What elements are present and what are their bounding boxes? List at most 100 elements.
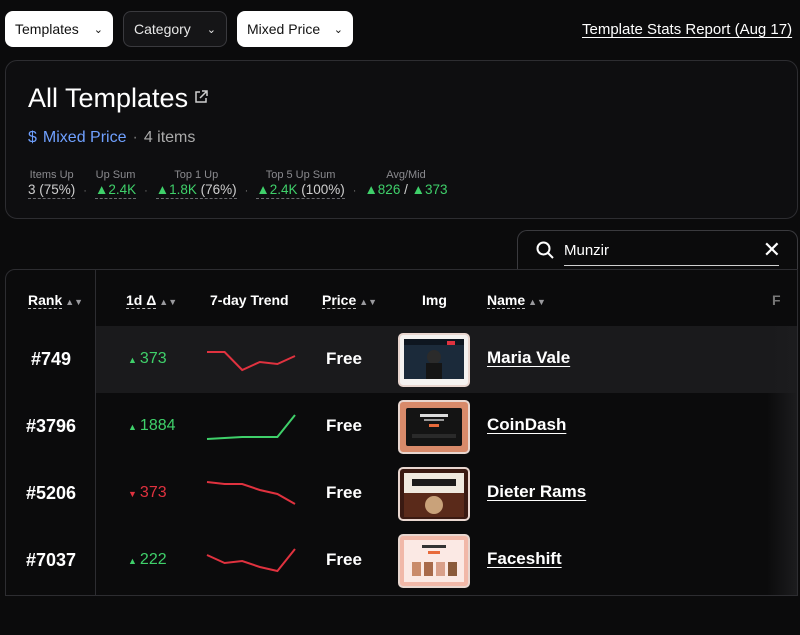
delta-cell: ▲ 1884 <box>128 417 176 435</box>
template-name-link[interactable]: Faceshift <box>487 549 562 569</box>
price-cell: Free <box>326 416 362 435</box>
trend-sparkline <box>206 548 296 573</box>
header-rank[interactable]: Rank ▲▼ <box>28 292 84 309</box>
category-dropdown-label: Category <box>134 21 191 37</box>
separator-dot: · <box>132 129 138 146</box>
stat-label: Items Up <box>29 169 74 181</box>
search-icon <box>536 241 554 259</box>
header-name[interactable]: Name ▲▼ <box>487 292 546 309</box>
rank-cell: #3796 <box>25 416 77 436</box>
template-name-link[interactable]: Dieter Rams <box>487 482 586 502</box>
header-rank-label: Rank <box>28 292 63 309</box>
search-underline <box>564 265 779 266</box>
trend-sparkline <box>207 351 296 372</box>
page-title: All Templates <box>28 83 208 114</box>
delta-cell: ▲ 222 <box>128 551 167 569</box>
template-name-link[interactable]: Maria Vale <box>487 348 570 368</box>
up-arrow-icon: ▲ <box>128 556 137 566</box>
stat-label: Top 1 Up <box>174 169 219 181</box>
price-dropdown[interactable]: Mixed Price ⌄ <box>237 11 353 47</box>
stat-up-sum: Up Sum ▲2.4K <box>94 169 137 199</box>
price-cell: Free <box>326 349 362 368</box>
delta-value: 222 <box>139 551 167 568</box>
stat-value-extra: (100%) <box>297 182 345 197</box>
delta-value: 1884 <box>139 417 176 434</box>
stats-row: Items Up 3 (75%) · Up Sum ▲2.4K · Top 1 … <box>28 169 447 199</box>
template-thumbnail[interactable] <box>398 333 470 387</box>
report-link[interactable]: Template Stats Report (Aug 17) <box>582 21 792 38</box>
trend-line <box>206 481 296 505</box>
table-row[interactable]: ▲ 373 Free Maria Vale <box>96 326 797 393</box>
search-input[interactable]: Munzir <box>564 242 609 259</box>
price-cell: Free <box>326 483 362 502</box>
stat-top-5-up-sum: Top 5 Up Sum ▲2.4K (100%) <box>256 169 345 199</box>
header-trend: 7-day Trend <box>210 292 289 308</box>
separator-dot: · <box>83 185 87 197</box>
down-arrow-icon: ▼ <box>128 489 137 499</box>
search-box: Munzir ✕ <box>517 230 798 270</box>
trend-line <box>206 414 296 440</box>
templates-dropdown-label: Templates <box>15 21 79 37</box>
stat-value-text: ▲2.4K <box>256 182 298 197</box>
stat-value-extra: (76%) <box>196 182 237 197</box>
header-next[interactable]: F <box>772 292 781 308</box>
template-thumbnail[interactable] <box>398 467 470 521</box>
rank-cell: #749 <box>30 349 72 369</box>
delta-cell: ▼ 373 <box>128 484 167 502</box>
item-count: 4 items <box>143 129 196 146</box>
up-arrow-icon: ▲ <box>128 422 137 432</box>
stat-value-text-2: ▲373 <box>411 182 448 197</box>
chevron-down-icon: ⌄ <box>206 23 216 36</box>
header-img-label: Img <box>422 292 447 308</box>
dollar-icon: $ <box>28 129 37 146</box>
header-delta[interactable]: 1d Δ ▲▼ <box>126 292 178 309</box>
price-dropdown-label: Mixed Price <box>247 21 321 37</box>
horizontal-scroll-fade <box>767 326 797 595</box>
table-row[interactable]: ▲ 1884 Free CoinDash <box>96 393 797 460</box>
external-link-icon[interactable] <box>194 89 208 108</box>
page-title-text: All Templates <box>28 83 189 113</box>
templates-dropdown[interactable]: Templates ⌄ <box>5 11 113 47</box>
stat-top-1-up: Top 1 Up ▲1.8K (76%) <box>155 169 237 199</box>
stat-value: ▲2.4K (100%) <box>256 182 345 199</box>
trend-sparkline <box>206 414 296 440</box>
chevron-down-icon: ⌄ <box>93 23 103 36</box>
trend-line <box>206 548 296 573</box>
stat-label: Avg/Mid <box>386 169 426 181</box>
template-thumbnail[interactable] <box>398 534 470 588</box>
table-row[interactable]: ▲ 222 Free Faceshift <box>96 527 797 594</box>
templates-table: Rank ▲▼ 1d Δ ▲▼ 7-day Trend Price ▲▼ Img Na… <box>5 269 798 596</box>
delta-cell: ▲ 373 <box>128 350 167 368</box>
sort-icon: ▲▼ <box>159 297 178 307</box>
stat-value-text: ▲826 <box>364 182 401 197</box>
category-dropdown[interactable]: Category ⌄ <box>123 11 227 47</box>
close-icon[interactable]: ✕ <box>763 237 781 263</box>
stat-label: Up Sum <box>95 169 136 181</box>
header-price[interactable]: Price ▲▼ <box>322 292 377 309</box>
stat-items-up: Items Up 3 (75%) <box>28 169 76 199</box>
header-name-label: Name <box>487 292 526 309</box>
template-thumbnail[interactable] <box>398 400 470 454</box>
stat-value-text: ▲2.4K <box>94 182 137 197</box>
sort-icon: ▲▼ <box>65 297 84 307</box>
delta-value: 373 <box>139 484 167 501</box>
price-mode: Mixed Price <box>42 129 127 146</box>
up-arrow-icon: ▲ <box>128 355 137 365</box>
rank-cell: #5206 <box>25 483 77 503</box>
price-cell: Free <box>326 550 362 569</box>
header-trend-label: 7-day Trend <box>210 292 289 308</box>
header-delta-label: 1d Δ <box>126 292 157 309</box>
table-row[interactable]: ▼ 373 Free Dieter Rams <box>96 460 797 527</box>
delta-value: 373 <box>139 350 167 367</box>
header-img: Img <box>422 292 447 308</box>
stat-value: ▲2.4K <box>94 182 137 199</box>
header-next-label: F <box>772 292 781 308</box>
trend-line <box>207 351 296 372</box>
filter-bar: Templates ⌄ Category ⌄ Mixed Price ⌄ Tem… <box>0 0 800 56</box>
stat-label: Top 5 Up Sum <box>265 169 336 181</box>
chevron-down-icon: ⌄ <box>333 23 343 36</box>
separator-dot: · <box>244 185 249 197</box>
separator-dot: · <box>352 185 357 197</box>
stat-value: 3 (75%) <box>28 182 76 199</box>
template-name-link[interactable]: CoinDash <box>487 415 566 435</box>
